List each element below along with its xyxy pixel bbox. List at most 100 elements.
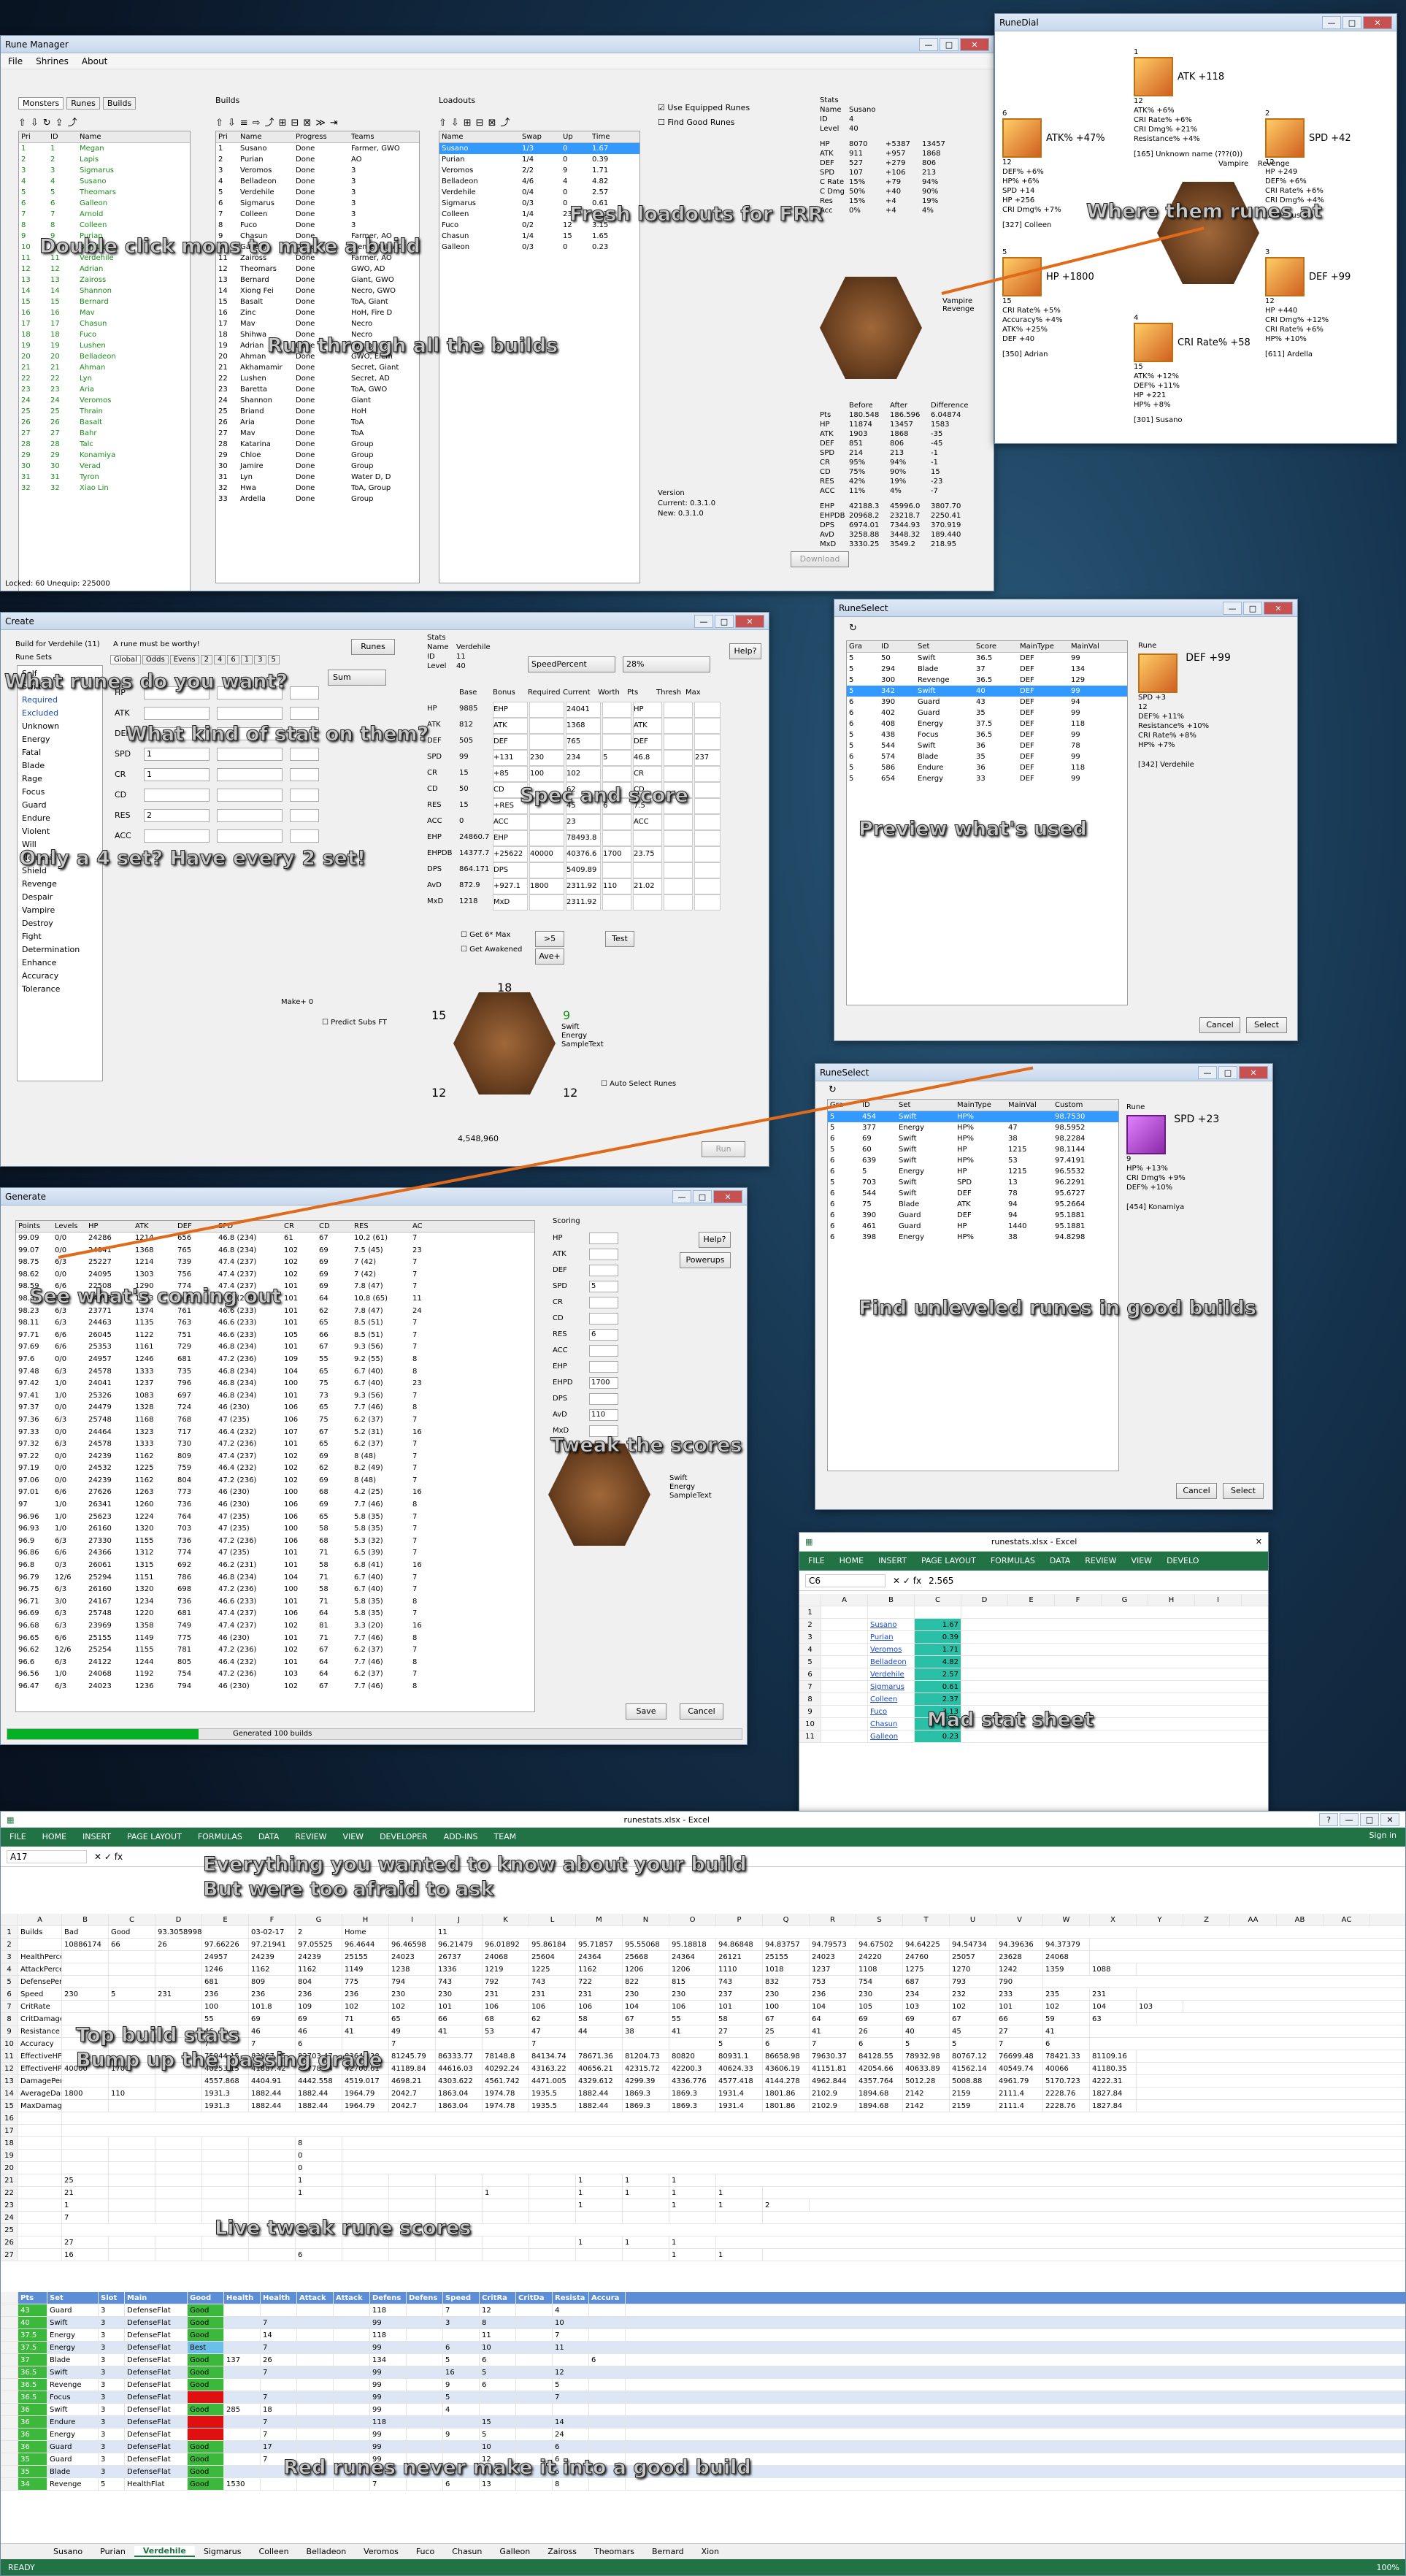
cell[interactable] <box>436 2199 483 2211</box>
cell[interactable] <box>436 2187 483 2199</box>
table-row[interactable]: 97.6 0/0 24957 1246 681 47.2 (236) 109 55 9.2 (5… <box>16 1354 534 1366</box>
column-header[interactable]: Pts <box>18 2292 47 2304</box>
spec-cell[interactable]: 110 <box>602 878 631 894</box>
cell[interactable]: 7 <box>553 2391 589 2403</box>
cell[interactable]: 78421.33 <box>1043 2050 1090 2062</box>
spec-cell[interactable] <box>664 894 693 911</box>
tab-monsters[interactable]: Monsters <box>18 97 64 110</box>
cell[interactable] <box>155 2187 202 2199</box>
cell[interactable] <box>576 2212 623 2223</box>
cell[interactable]: 5 <box>443 2354 480 2366</box>
column-header[interactable]: AC <box>410 1221 439 1232</box>
maximize-icon[interactable]: □ <box>940 37 959 51</box>
cell[interactable] <box>249 2199 296 2211</box>
cell[interactable] <box>62 1951 109 1963</box>
cell[interactable]: 26737 <box>436 1951 483 1963</box>
cell[interactable] <box>589 2416 626 2428</box>
row-header[interactable]: 9 <box>1 2025 18 2037</box>
row-header[interactable]: 27 <box>1 2249 18 2261</box>
cell[interactable]: 230 <box>623 1988 669 2000</box>
tab-builds[interactable]: Builds <box>102 97 137 110</box>
cell[interactable]: 3 <box>99 2416 125 2428</box>
excel-grid[interactable]: A B C D E F G H I J K L M N O P Q R S T U V W X Y Z AA AB AC 1 Builds B… <box>1 1914 1405 2261</box>
menu-file[interactable]: File <box>8 56 23 66</box>
cell[interactable]: 1894.68 <box>856 2100 903 2112</box>
column-header[interactable]: MainVal <box>1069 641 1113 652</box>
cell[interactable]: 94.83757 <box>763 1939 810 1950</box>
table-row[interactable]: 96.68 6/3 23969 1358 749 47.4 (237) 102 81 3.3 (… <box>16 1620 534 1633</box>
cell[interactable] <box>18 2125 62 2136</box>
cell[interactable]: Galleon <box>868 1730 915 1742</box>
set-item[interactable]: Rage <box>22 773 98 786</box>
cell[interactable]: 78671.36 <box>576 2050 623 2062</box>
table-row[interactable]: 2 Purian Done AO <box>216 154 419 165</box>
cell[interactable]: 99 <box>370 2366 407 2378</box>
table-row[interactable]: 21 Akhamamir Done Secret, Giant <box>216 362 419 373</box>
table-row[interactable]: 7 Colleen Done 3 <box>216 209 419 220</box>
spec-cell[interactable] <box>602 718 631 734</box>
cell[interactable] <box>249 2137 296 2149</box>
cell[interactable]: 66 <box>109 1939 155 1950</box>
cell[interactable]: EffectiveHP <box>18 2050 62 2062</box>
table-row[interactable]: 27 Mav Done ToA <box>216 428 419 439</box>
cell[interactable]: 97.05525 <box>296 1939 342 1950</box>
cell[interactable]: 24220 <box>856 1951 903 1963</box>
table-row[interactable]: 96.75 6/3 26160 1320 698 47.2 (236) 100 58 6.7 (… <box>16 1584 534 1596</box>
set-item[interactable]: Tolerance <box>22 983 98 996</box>
cell[interactable]: DefenseFlat <box>125 2466 188 2477</box>
cell[interactable]: Good <box>188 2366 224 2378</box>
cell[interactable]: 4561.742 <box>483 2075 529 2087</box>
spec-cell[interactable] <box>664 846 693 862</box>
cell[interactable]: 1869.3 <box>669 2088 716 2099</box>
refresh-icon[interactable]: ↻ <box>849 623 857 634</box>
column-header[interactable]: G <box>296 1914 342 1925</box>
row-header[interactable]: 1 <box>1 1926 18 1938</box>
cell[interactable]: 1 <box>669 2174 716 2186</box>
row-header[interactable]: 13 <box>1 2075 18 2087</box>
cell[interactable]: 236 <box>202 1988 249 2000</box>
cell[interactable]: 2111.4 <box>996 2088 1043 2099</box>
spec-cell[interactable]: 100 <box>529 766 564 782</box>
cell[interactable]: 106 <box>669 2001 716 2012</box>
cell[interactable] <box>407 2429 443 2440</box>
cell[interactable]: 6 <box>480 2354 516 2366</box>
cell[interactable]: Blade <box>47 2354 99 2366</box>
table-row[interactable]: 1 Susano Done Farmer, GWO <box>216 143 419 154</box>
cell[interactable]: 36 <box>18 2404 47 2415</box>
col-swap[interactable]: Swap <box>520 131 561 142</box>
cell[interactable] <box>407 2366 443 2378</box>
row-header[interactable]: 4 <box>1 1963 18 1975</box>
cell[interactable]: 26 <box>856 2025 903 2037</box>
table-row[interactable]: 32 32 Xiao Lin <box>19 483 190 494</box>
cell[interactable] <box>553 2404 589 2415</box>
cell[interactable]: 3 <box>99 2342 125 2353</box>
cell[interactable]: 35 <box>18 2453 47 2465</box>
cell[interactable] <box>334 2391 370 2403</box>
cell[interactable]: 41 <box>1043 2025 1090 2037</box>
cell[interactable]: 7 <box>996 2038 1043 2050</box>
cell[interactable]: 4 <box>553 2304 589 2316</box>
percent-select[interactable]: 28% <box>623 656 710 672</box>
cell[interactable]: 14 <box>261 2329 297 2341</box>
column-header[interactable]: A <box>821 1594 868 1606</box>
cell[interactable]: 2159 <box>950 2100 996 2112</box>
cell[interactable]: 84134.74 <box>529 2050 576 2062</box>
table-row[interactable]: 97.01 6/6 27626 1263 773 46 (230) 100 68 4.2 (25… <box>16 1487 534 1499</box>
cell[interactable] <box>516 2391 553 2403</box>
table-row[interactable]: 6 75 Blade ATK 94 95.2664 <box>828 1199 1118 1210</box>
cell[interactable]: 6 <box>1043 2038 1090 2050</box>
cell[interactable]: 1935.5 <box>529 2100 576 2112</box>
column-header[interactable]: RES <box>352 1221 410 1232</box>
score-input[interactable] <box>589 1233 618 1244</box>
cell[interactable]: 35 <box>18 2466 47 2477</box>
cell[interactable] <box>483 2199 529 2211</box>
cell[interactable]: 40549.74 <box>996 2063 1043 2074</box>
cell[interactable]: 42200.3 <box>669 2063 716 2074</box>
cell[interactable]: 7 <box>529 2038 576 2050</box>
sheet-tab[interactable]: Purian <box>91 2547 134 2556</box>
table-row[interactable]: Purian 1/4 0 0.39 <box>439 154 639 165</box>
cell[interactable] <box>821 1644 868 1655</box>
cell[interactable] <box>109 2075 155 2087</box>
spec-cell[interactable]: EHP <box>493 702 528 718</box>
cell[interactable]: 236 <box>249 1988 296 2000</box>
